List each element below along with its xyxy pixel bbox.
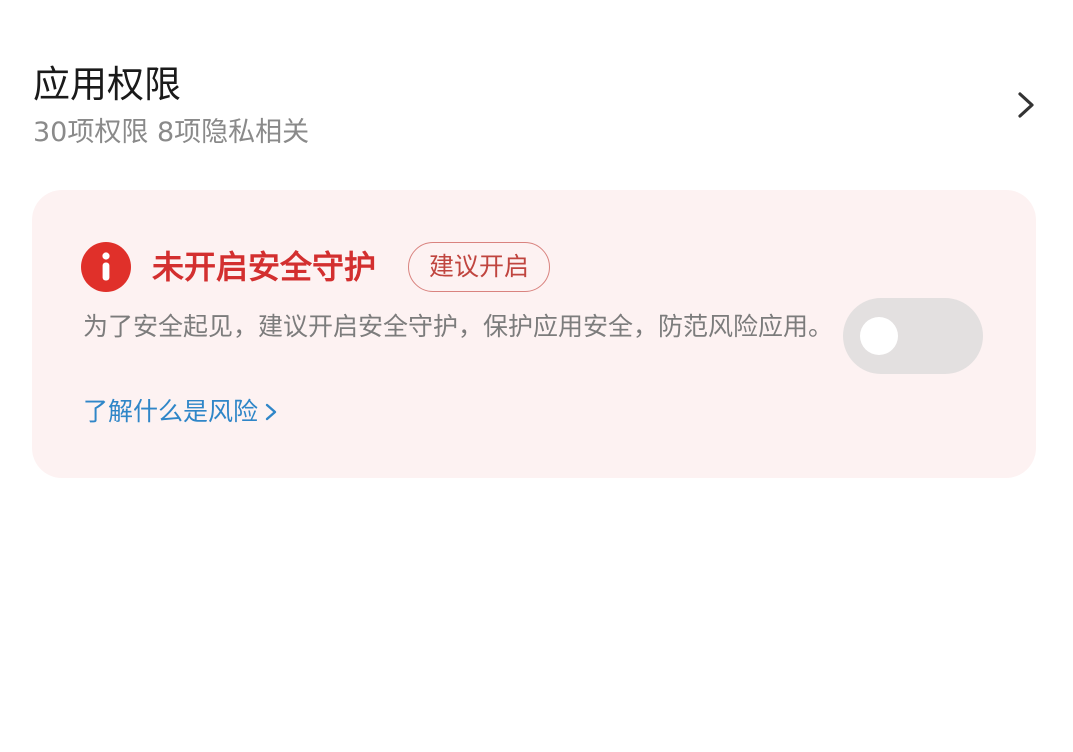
security-guard-card: 未开启安全守护 建议开启 为了安全起见，建议开启安全守护，保护应用安全，防范风险… [32, 190, 1036, 478]
app-permissions-row[interactable]: 应用权限 30项权限 8项隐私相关 [0, 40, 1073, 170]
security-guard-description: 为了安全起见，建议开启安全守护，保护应用安全，防范风险应用。 [83, 312, 834, 341]
security-guard-toggle[interactable] [843, 298, 983, 374]
exclamation-circle-icon [81, 242, 131, 292]
toggle-knob [860, 317, 898, 355]
app-permissions-summary: 30项权限 8项隐私相关 [33, 117, 310, 148]
learn-risk-link[interactable]: 了解什么是风险 [83, 394, 278, 430]
chevron-right-icon [265, 403, 277, 421]
app-details-page: 应用权限 30项权限 8项隐私相关 未开启安全守护 建议开启 为了安全起见，建议… [0, 0, 1073, 752]
security-guard-status-title: 未开启安全守护 [152, 248, 377, 286]
recommend-enable-badge[interactable]: 建议开启 [408, 242, 551, 292]
chevron-right-icon[interactable] [1014, 88, 1038, 122]
learn-risk-link-label: 了解什么是风险 [83, 397, 259, 426]
app-permissions-title: 应用权限 [33, 63, 181, 106]
